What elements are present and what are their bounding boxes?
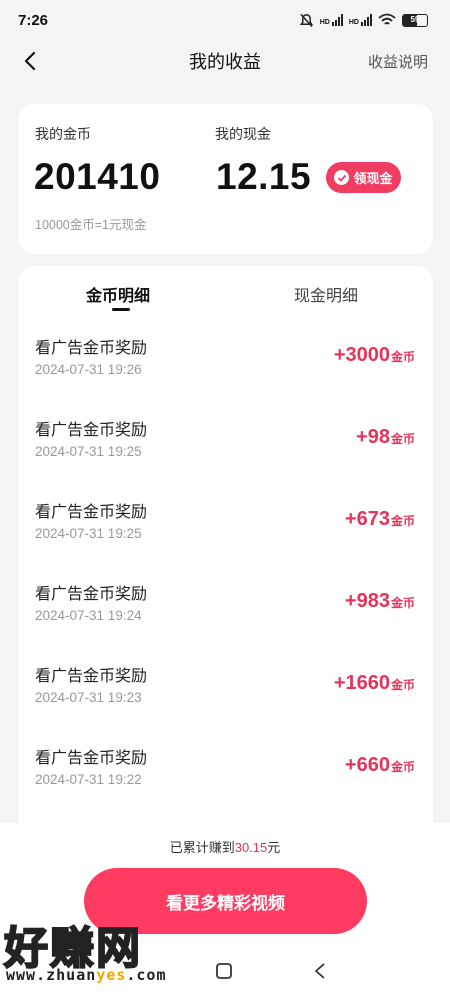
list-item: 看广告金币奖励 2024-07-31 19:22 +660金币 [18, 744, 433, 826]
watermark: 好赚网 www.zhuanyes.com [0, 912, 200, 1000]
record-amount: +983金币 [345, 590, 415, 613]
nav-bar: 我的收益 收益说明 [0, 40, 450, 82]
signal-2-icon: HD [349, 14, 372, 26]
tab-cash-details[interactable]: 现金明细 [294, 282, 358, 306]
watermark-url-highlight: yes [96, 966, 127, 984]
record-amount-value: +983 [344, 590, 390, 612]
record-amount: +660金币 [345, 754, 415, 777]
record-amount-value: +98 [356, 426, 390, 448]
record-time: 2024-07-31 19:23 [35, 690, 142, 705]
record-title: 看广告金币奖励 [35, 340, 148, 357]
chevron-left-icon [24, 51, 36, 71]
record-amount-unit: 金币 [390, 514, 415, 528]
detail-card: 金币明细 现金明细 看广告金币奖励 2024-07-31 19:26 +3000… [18, 266, 433, 866]
earned-amount: 30.15 [234, 840, 268, 855]
record-amount-unit: 金币 [390, 596, 415, 610]
claim-cash-button[interactable]: 领现金 [326, 162, 401, 193]
coins-value: 201410 [34, 156, 161, 197]
list-item: 看广告金币奖励 2024-07-31 19:24 +983金币 [18, 580, 433, 662]
bell-off-icon [299, 13, 313, 27]
status-icons: HD HD 59 [299, 13, 428, 28]
record-time: 2024-07-31 19:24 [35, 608, 142, 623]
triangle-back-icon[interactable] [313, 962, 327, 980]
list-item: 看广告金币奖励 2024-07-31 19:25 +98金币 [18, 416, 433, 498]
earnings-summary-card: 我的金币 201410 我的现金 12.15 领现金 10000金币=1元现金 [18, 104, 433, 254]
list-item: 看广告金币奖励 2024-07-31 19:23 +1660金币 [18, 662, 433, 744]
earned-suffix: 元 [267, 840, 281, 855]
record-time: 2024-07-31 19:25 [35, 444, 142, 459]
record-amount-unit: 金币 [390, 432, 415, 446]
claim-cash-label: 领现金 [353, 171, 393, 186]
watermark-url-part1: www.zhuan [6, 966, 97, 984]
record-amount-value: +660 [344, 754, 390, 776]
record-amount: +673金币 [345, 508, 415, 531]
record-amount: +1660金币 [334, 672, 415, 695]
record-title: 看广告金币奖励 [35, 586, 148, 603]
coins-label: 我的金币 [35, 126, 91, 142]
record-amount: +98金币 [356, 426, 415, 449]
watermark-url-part2: .com [126, 966, 167, 984]
back-button[interactable] [16, 47, 44, 75]
record-title: 看广告金币奖励 [35, 422, 148, 439]
record-amount-unit: 金币 [390, 760, 415, 774]
battery-icon: 59 [402, 13, 428, 27]
record-amount-unit: 金币 [390, 678, 415, 692]
cash-icon [334, 170, 350, 185]
record-amount-value: +1660 [333, 672, 390, 694]
record-amount: +3000金币 [334, 344, 415, 367]
square-icon[interactable] [215, 962, 233, 980]
record-amount-unit: 金币 [390, 350, 415, 364]
record-title: 看广告金币奖励 [35, 668, 148, 685]
record-time: 2024-07-31 19:25 [35, 526, 142, 541]
tab-coin-details[interactable]: 金币明细 [86, 282, 150, 306]
record-amount-value: +3000 [333, 344, 390, 366]
record-time: 2024-07-31 19:26 [35, 362, 142, 377]
list-item: 看广告金币奖励 2024-07-31 19:25 +673金币 [18, 498, 433, 580]
record-time: 2024-07-31 19:22 [35, 772, 142, 787]
active-tab-indicator [112, 308, 130, 311]
signal-1-icon: HD [320, 14, 343, 26]
battery-level: 59 [410, 14, 420, 24]
cash-value: 12.15 [216, 156, 312, 197]
status-bar: 7:26 HD HD 59 [0, 0, 450, 40]
earnings-info-link[interactable]: 收益说明 [368, 51, 428, 72]
exchange-rate-note: 10000金币=1元现金 [35, 218, 147, 232]
list-item: 看广告金币奖励 2024-07-31 19:26 +3000金币 [18, 334, 433, 416]
earned-prefix: 已累计赚到 [169, 840, 235, 855]
record-title: 看广告金币奖励 [35, 504, 148, 521]
total-earned-text: 已累计赚到30.15元 [0, 837, 450, 856]
cash-label: 我的现金 [215, 126, 271, 142]
watermark-url: www.zhuanyes.com [6, 966, 167, 984]
page-title: 我的收益 [189, 52, 261, 72]
record-amount-value: +673 [344, 508, 390, 530]
wifi-icon [378, 13, 396, 25]
status-time: 7:26 [18, 11, 49, 29]
record-title: 看广告金币奖励 [35, 750, 148, 767]
